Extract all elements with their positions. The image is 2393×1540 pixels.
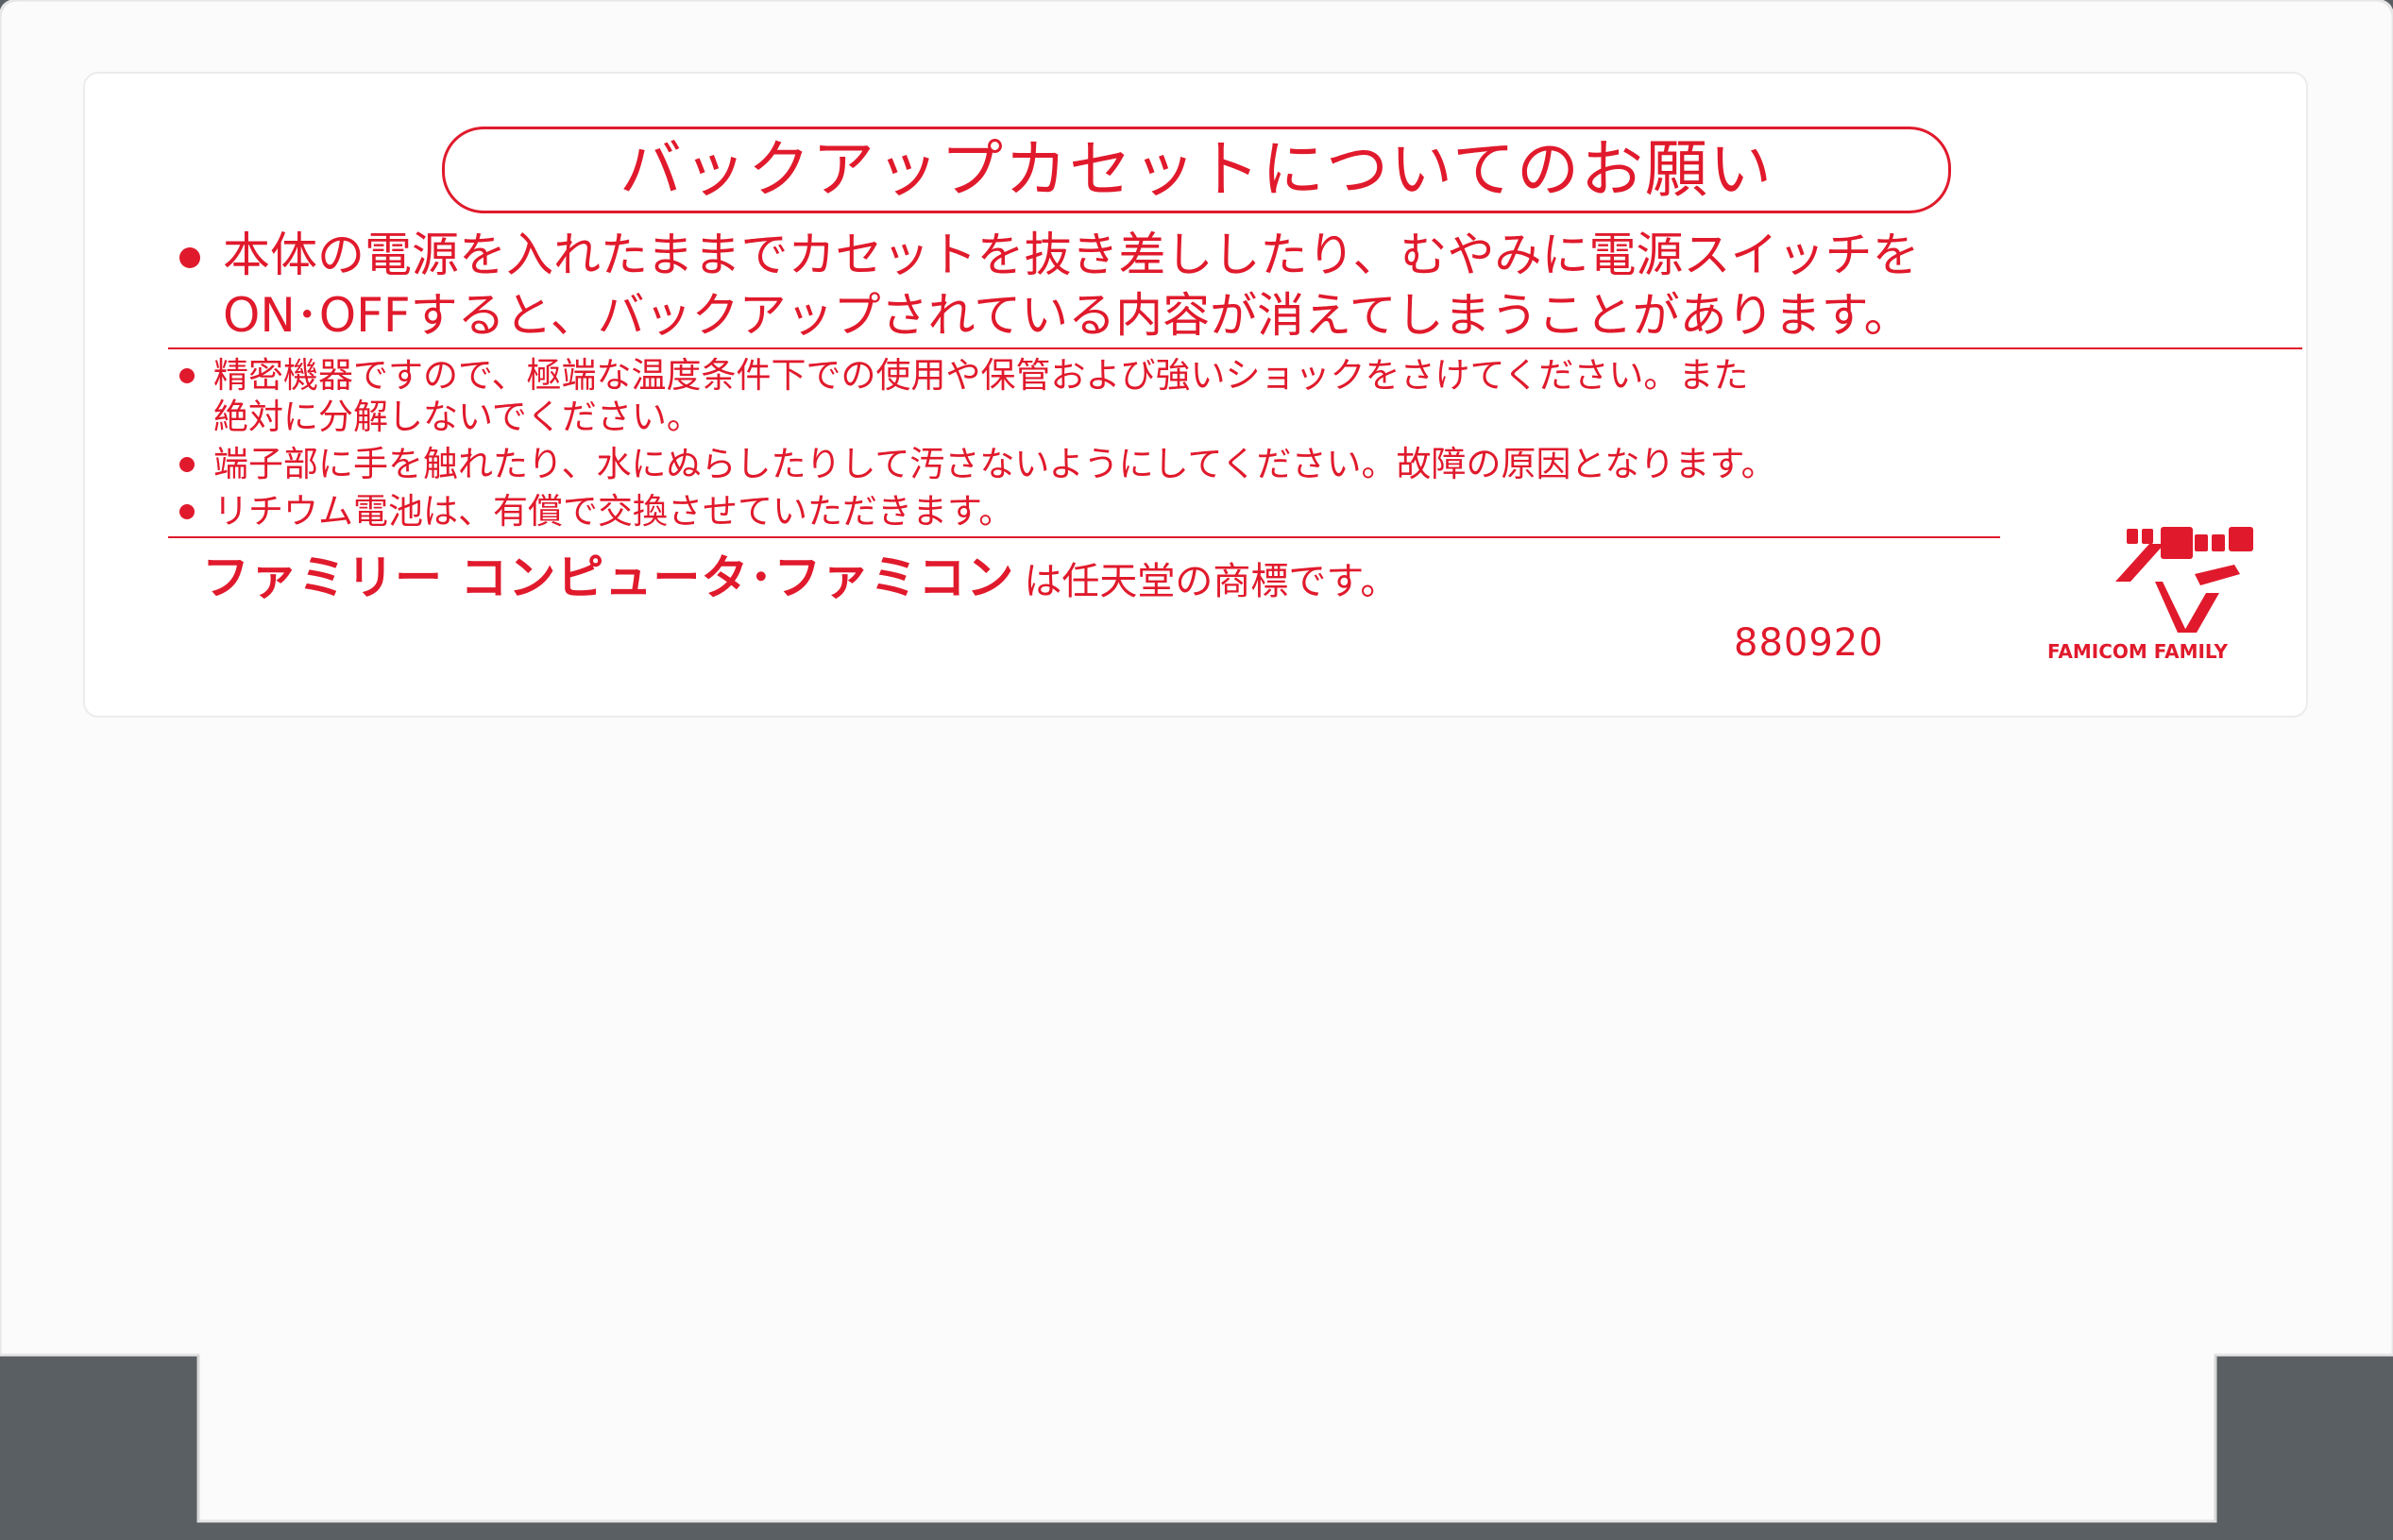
main-warning: 本体の電源を入れたままでカセットを抜き差ししたり、むやみに電源スイッチを ON･…: [179, 225, 2276, 346]
divider-line: [168, 536, 2000, 538]
label-title-box: バックアップカセットについてのお願い: [442, 127, 1951, 213]
divider-line: [168, 347, 2302, 349]
note-item: 精密機器ですので、極端な温度条件下での使用や保管および強いショックをさけてくださ…: [179, 355, 2295, 438]
main-warning-item: 本体の電源を入れたままでカセットを抜き差ししたり、むやみに電源スイッチを ON･…: [179, 225, 2276, 346]
label-title: バックアップカセットについてのお願い: [619, 133, 1774, 206]
note-item: 端子部に手を触れたり、水にぬらしたりして汚さないようにしてください。故障の原因と…: [179, 444, 2295, 485]
note-line: 端子部に手を触れたり、水にぬらしたりして汚さないようにしてください。故障の原因と…: [213, 444, 1776, 484]
note-line: 絶対に分解しないでください。: [213, 397, 702, 437]
main-warning-line-2: ON･OFFすると、バックアップされている内容が消えてしまうことがあります。: [223, 288, 1911, 343]
famicom-family-logo-icon: [2115, 527, 2253, 633]
notes-list: 精密機器ですので、極端な温度条件下での使用や保管および強いショックをさけてくださ…: [179, 355, 2295, 538]
bullet-icon: [179, 368, 195, 383]
bullet-icon: [179, 504, 195, 519]
bullet-icon: [179, 247, 200, 268]
bullet-icon: [179, 457, 195, 472]
logo-caption: FAMICOM FAMILY: [2047, 640, 2229, 663]
warning-label: バックアップカセットについてのお願い 本体の電源を入れたままでカセットを抜き差し…: [83, 72, 2308, 718]
note-line: リチウム電池は、有償で交換させていただきます。: [213, 491, 1014, 532]
trademark-brand: ファミリー コンピュータ･ファミコン: [202, 550, 1015, 605]
trademark-text: は任天堂の商標です。: [1024, 560, 1399, 603]
product-code: 880920: [1734, 621, 1884, 665]
trademark-notice: ファミリー コンピュータ･ファミコン は任天堂の商標です。: [202, 550, 1398, 610]
note-item: リチウム電池は、有償で交換させていただきます。: [179, 491, 2295, 533]
note-line: 精密機器ですので、極端な温度条件下での使用や保管および強いショックをさけてくださ…: [213, 355, 1749, 396]
main-warning-line-1: 本体の電源を入れたままでカセットを抜き差ししたり、むやみに電源スイッチを: [223, 228, 1920, 282]
